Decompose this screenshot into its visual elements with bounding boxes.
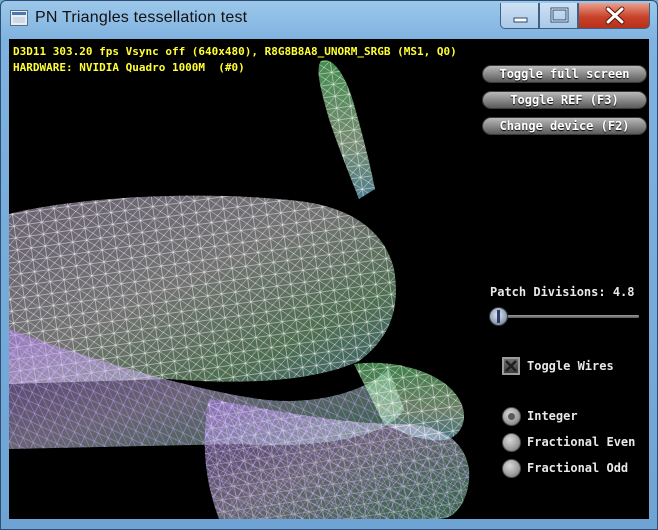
window-title: PN Triangles tessellation test xyxy=(35,9,248,26)
maximize-icon xyxy=(550,7,569,23)
patch-divisions-slider-track[interactable] xyxy=(489,315,639,318)
close-icon xyxy=(605,6,625,25)
toggle-ref-button[interactable]: Toggle REF (F3) xyxy=(482,91,647,109)
title-bar[interactable]: PN Triangles tessellation test xyxy=(1,1,657,39)
radio-fractional-even-label[interactable]: Fractional Even xyxy=(527,435,635,449)
radio-fractional-even[interactable] xyxy=(502,433,521,452)
fps-stats-line: D3D11 303.20 fps Vsync off (640x480), R8… xyxy=(13,45,457,58)
radio-integer-label[interactable]: Integer xyxy=(527,409,578,423)
patch-divisions-label: Patch Divisions: 4.8 xyxy=(490,285,635,299)
toggle-wires-label[interactable]: Toggle Wires xyxy=(527,359,614,373)
patch-divisions-slider-thumb[interactable] xyxy=(489,307,508,326)
application-window: PN Triangles tessellation test D3D11 303… xyxy=(0,0,658,530)
toggle-wires-checkbox[interactable] xyxy=(502,357,520,375)
radio-fractional-odd[interactable] xyxy=(502,459,521,478)
checkmark-x-icon xyxy=(505,360,517,372)
render-viewport[interactable]: D3D11 303.20 fps Vsync off (640x480), R8… xyxy=(9,39,649,519)
maximize-button[interactable] xyxy=(539,3,578,29)
minimize-icon xyxy=(513,17,528,23)
radio-integer[interactable] xyxy=(502,407,521,426)
window-app-icon xyxy=(10,10,28,26)
change-device-button[interactable]: Change device (F2) xyxy=(482,117,647,135)
radio-fractional-odd-label[interactable]: Fractional Odd xyxy=(527,461,628,475)
hardware-info-line: HARDWARE: NVIDIA Quadro 1000M (#0) xyxy=(13,61,245,74)
close-button[interactable] xyxy=(578,3,650,29)
minimize-button[interactable] xyxy=(500,3,539,29)
toggle-full-screen-button[interactable]: Toggle full screen xyxy=(482,65,647,83)
